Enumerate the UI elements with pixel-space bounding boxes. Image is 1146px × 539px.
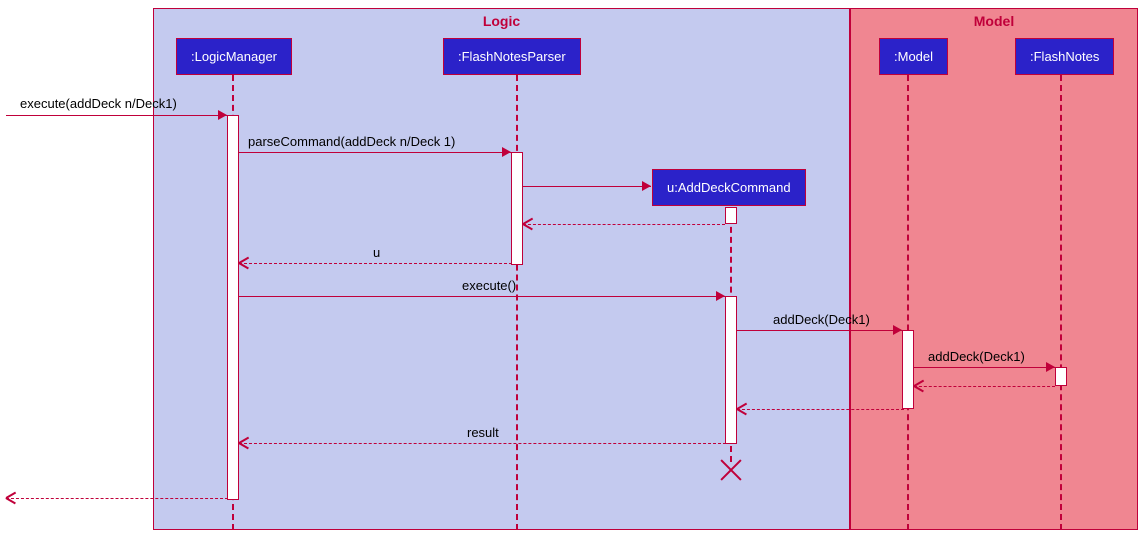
participant-flash-notes: :FlashNotes — [1015, 38, 1114, 75]
frame-logic: Logic — [153, 8, 850, 530]
arrow-return-u — [239, 258, 249, 268]
activation-flash-notes — [1055, 367, 1067, 386]
label-return-u: u — [373, 245, 380, 260]
participant-flash-notes-parser: :FlashNotesParser — [443, 38, 581, 75]
frame-model-title: Model — [851, 9, 1137, 33]
arrow-execute-1 — [218, 110, 227, 120]
arrow-add-deck-1 — [893, 325, 902, 335]
lifeline-model — [907, 75, 909, 530]
msg-return-flashnotes — [914, 386, 1055, 387]
msg-create-add-deck — [523, 186, 651, 187]
msg-result — [239, 443, 726, 444]
msg-return-create — [523, 224, 725, 225]
msg-final-return — [6, 498, 228, 499]
participant-add-deck-command: u:AddDeckCommand — [652, 169, 806, 206]
label-result: result — [467, 425, 499, 440]
msg-add-deck-1 — [737, 330, 902, 331]
arrow-return-create — [523, 219, 533, 229]
activation-flash-notes-parser — [511, 152, 523, 265]
arrow-return-flashnotes — [914, 381, 924, 391]
activation-model — [902, 330, 914, 409]
participant-model: :Model — [879, 38, 948, 75]
arrow-create-add-deck — [642, 181, 651, 191]
activation-add-deck-command — [725, 296, 737, 444]
msg-execute-1 — [6, 115, 227, 116]
arrow-final-return — [6, 493, 16, 503]
msg-add-deck-2 — [914, 367, 1055, 368]
frame-model: Model — [850, 8, 1138, 530]
arrow-execute-2 — [716, 291, 725, 301]
arrow-add-deck-2 — [1046, 362, 1055, 372]
lifeline-flash-notes-parser — [516, 75, 518, 530]
label-execute-2: execute() — [462, 278, 516, 293]
activation-add-deck-command-create — [725, 207, 737, 224]
arrow-return-model — [737, 404, 747, 414]
label-add-deck-2: addDeck(Deck1) — [928, 349, 1025, 364]
msg-return-model — [737, 409, 904, 410]
msg-return-u — [239, 263, 512, 264]
arrow-parse-command — [502, 147, 511, 157]
msg-parse-command — [239, 152, 511, 153]
activation-logic-manager — [227, 115, 239, 500]
label-add-deck-1: addDeck(Deck1) — [773, 312, 870, 327]
participant-logic-manager: :LogicManager — [176, 38, 292, 75]
destroy-add-deck-command — [721, 456, 741, 476]
lifeline-flash-notes — [1060, 75, 1062, 530]
arrow-result — [239, 438, 249, 448]
frame-logic-title: Logic — [154, 9, 849, 33]
label-execute-1: execute(addDeck n/Deck1) — [20, 96, 177, 111]
msg-execute-2 — [239, 296, 725, 297]
label-parse-command: parseCommand(addDeck n/Deck 1) — [248, 134, 455, 149]
